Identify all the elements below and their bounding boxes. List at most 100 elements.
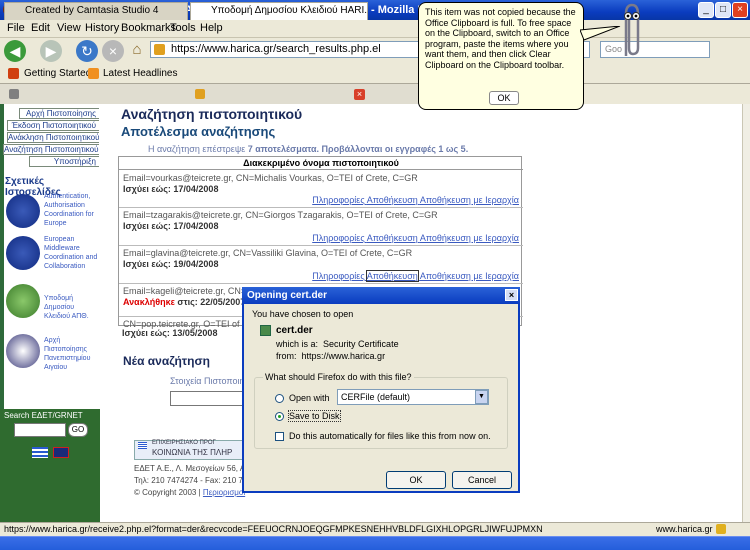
save-link[interactable]: Αποθήκευση [367, 233, 418, 243]
info-link[interactable]: Πληροφορίες [312, 271, 364, 281]
clippy-assistant-icon[interactable] [618, 2, 646, 60]
menu-view[interactable]: View [57, 22, 81, 34]
menu-edit[interactable]: Edit [31, 22, 50, 34]
info-link[interactable]: Πληροφορίες [312, 195, 364, 205]
close-window-button[interactable]: × [732, 2, 748, 18]
stop-button[interactable]: × [102, 40, 124, 62]
footer-copyright: © Copyright 2003 | Περιορισμοί [134, 488, 245, 497]
minimize-button[interactable]: _ [698, 2, 714, 18]
new-search-heading: Νέα αναζήτηση [123, 354, 211, 368]
open-with-select[interactable]: CERFile (default) [337, 389, 489, 405]
maximize-button[interactable]: □ [715, 2, 731, 18]
terms-link[interactable]: Περιορισμοί [203, 488, 245, 497]
reload-button[interactable]: ↻ [76, 40, 98, 62]
menu-file[interactable]: File [7, 22, 25, 34]
cert-valid-until: Ισχύει εώς: 17/04/2008 [123, 184, 219, 194]
link-middleware[interactable]: European Middleware Coordination and Col… [44, 235, 100, 271]
nav-support[interactable]: Υποστήριξη [29, 156, 99, 167]
clipboard-balloon: This item was not copied because the Off… [418, 2, 584, 110]
nav-revoke[interactable]: Ανάκληση Πιστοποιητικού [7, 132, 99, 143]
nav-issue[interactable]: Έκδοση Πιστοποιητικού [7, 120, 99, 131]
home-icon[interactable]: ⌂ [128, 41, 146, 59]
dialog-close-button[interactable]: × [505, 289, 518, 301]
cert-valid-until: Ισχύει εώς: 17/04/2008 [123, 221, 219, 231]
dialog-filename: cert.der [276, 325, 313, 336]
row-divider [119, 207, 523, 208]
eu-globe-logo[interactable] [6, 236, 40, 270]
auth-tree-logo[interactable] [6, 284, 40, 318]
cert-valid-until: Ισχύει εώς: 19/04/2008 [123, 259, 219, 269]
grnet-search-box: Search ΕΔΕΤ/GRNET GO [0, 409, 100, 522]
footer-address: ΕΔΕΤ Α.Ε., Λ. Μεσογείων 56, Α [134, 464, 246, 473]
certificate-search-input[interactable] [170, 391, 245, 406]
menu-bookmarks[interactable]: Bookmarks [121, 22, 176, 34]
from-label: from: [276, 351, 297, 361]
which-is-value: Security Certificate [323, 339, 399, 349]
which-is-label: which is a: [276, 339, 319, 349]
chevron-down-icon[interactable]: ▼ [475, 390, 488, 404]
auto-checkbox[interactable] [275, 432, 284, 441]
save-chain-link[interactable]: Αποθήκευση με Ιεραρχία [420, 233, 519, 243]
dialog-title: Opening cert.der [247, 290, 328, 301]
results-note-count: 7 αποτελέσματα. Προβάλλονται οι εγγραφές… [247, 144, 469, 154]
status-url: https://www.harica.gr/receive2.php.el?fo… [4, 524, 543, 534]
uk-flag-icon[interactable] [53, 447, 69, 458]
cert-valid-until: Ισχύει εώς: 13/05/2008 [122, 328, 218, 338]
page-subtitle: Αποτέλεσμα αναζήτησης [121, 124, 276, 139]
grnet-search-input[interactable] [14, 423, 66, 437]
tab-label: Υποδομή Δημοσίου Κλειδιού HARI... [211, 5, 368, 16]
url-text: https://www.harica.gr/search_results.php… [171, 43, 381, 55]
menu-help[interactable]: Help [200, 22, 223, 34]
nav-search[interactable]: Αναζήτηση Πιστοποιητικού [3, 144, 99, 155]
cert-actions: Πληροφορίες Αποθήκευση Αποθήκευση με Ιερ… [312, 233, 519, 243]
save-to-disk-radio[interactable] [275, 412, 284, 421]
footer-phone: Τηλ: 210 7474274 - Fax: 210 7 [134, 476, 243, 485]
revoked-date: στις: 22/05/2007 [177, 297, 246, 307]
cert-revoked-line: Ανακλήθηκε στις: 22/05/2007 [123, 297, 245, 307]
bookmark-latest-headlines[interactable]: Latest Headlines [103, 68, 178, 79]
tab-harica[interactable]: Υποδομή Δημοσίου Κλειδιού HARI... [190, 2, 368, 20]
results-note-prefix: Η αναζήτηση επέστρεψε [148, 144, 246, 154]
grnet-go-button[interactable]: GO [68, 423, 88, 437]
close-tab-icon[interactable]: × [354, 89, 365, 100]
tab-favicon [9, 89, 19, 99]
save-link[interactable]: Αποθήκευση [365, 270, 419, 282]
save-chain-link[interactable]: Αποθήκευση με Ιεραρχία [420, 195, 519, 205]
link-auth-pki[interactable]: Υποδομή Δημοσίου Κλειδιού ΑΠΘ. [44, 294, 94, 321]
dialog-from: from: https://www.harica.gr [276, 351, 385, 361]
link-authentication[interactable]: Authentication, Authorisation Coordinati… [44, 192, 100, 228]
forward-button[interactable]: ▶ [40, 40, 62, 62]
banner-line-2: ΚΟΙΝΩΝΙΑ ΤΗΣ ΠΛΗΡ [152, 448, 233, 457]
nav-ca[interactable]: Αρχή Πιστοποίησης [19, 108, 99, 119]
save-chain-link[interactable]: Αποθήκευση με Ιεραρχία [420, 271, 519, 281]
save-to-disk-label: Save to Disk [288, 410, 341, 422]
status-bar: https://www.harica.gr/receive2.php.el?fo… [0, 522, 750, 536]
eu-globe-logo[interactable] [6, 194, 40, 228]
link-aegean[interactable]: Αρχή Πιστοποίησης Πανεπιστημίου Αιγαίου [44, 336, 96, 372]
menu-history[interactable]: History [85, 22, 119, 34]
open-with-radio[interactable] [275, 394, 284, 403]
back-button[interactable]: ◀ [4, 40, 26, 62]
menu-tools[interactable]: Tools [170, 22, 196, 34]
dialog-titlebar: Opening cert.der × [242, 287, 520, 304]
action-question: What should Firefox do with this file? [263, 372, 414, 382]
info-link[interactable]: Πληροφορίες [312, 233, 364, 243]
cert-actions: Πληροφορίες Αποθήκευση Αποθήκευση με Ιερ… [312, 270, 519, 282]
save-link[interactable]: Αποθήκευση [367, 195, 418, 205]
certificate-file-icon [260, 325, 271, 336]
dialog-which-is: which is a: Security Certificate [276, 339, 399, 349]
lock-icon[interactable] [716, 524, 726, 534]
search-field-label: Στοιχεία Πιστοποιητι [170, 376, 251, 386]
open-with-app: CERFile (default) [341, 392, 411, 402]
balloon-ok-button[interactable]: OK [489, 91, 519, 105]
row-divider [119, 283, 523, 284]
aegean-logo[interactable] [6, 334, 40, 368]
bookmark-getting-started[interactable]: Getting Started [24, 68, 91, 79]
greek-flag-icon [138, 442, 147, 449]
status-site: www.harica.gr [656, 524, 713, 534]
dialog-ok-button[interactable]: OK [386, 471, 446, 489]
dialog-cancel-button[interactable]: Cancel [452, 471, 512, 489]
scrollbar[interactable] [742, 104, 750, 522]
tab-camtasia[interactable]: Created by Camtasia Studio 4 [4, 2, 188, 20]
greek-flag-icon[interactable] [32, 447, 48, 458]
